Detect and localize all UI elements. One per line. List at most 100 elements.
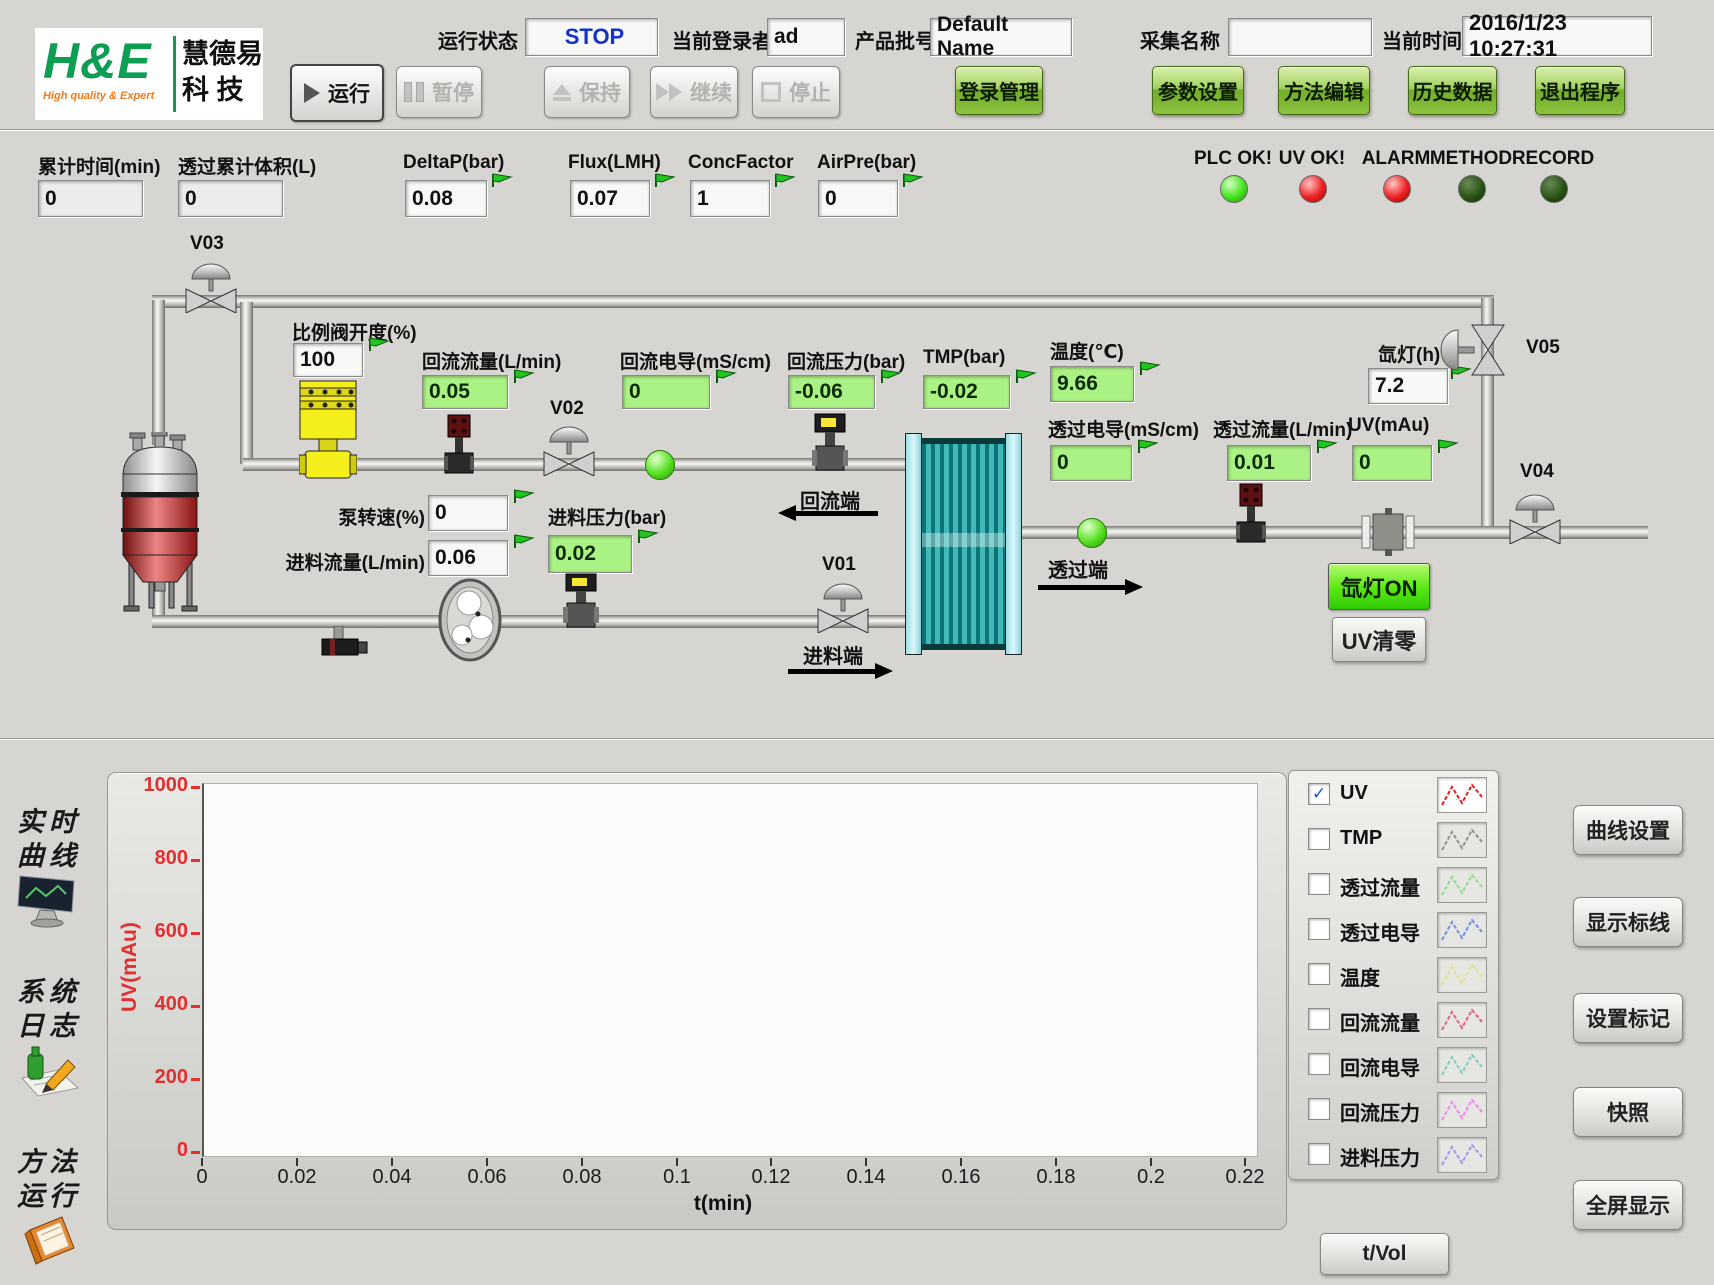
- uv-value: 0: [1352, 445, 1432, 481]
- valve-v05: [1428, 324, 1508, 376]
- current-user-field[interactable]: ad: [767, 18, 845, 56]
- legend-checkbox-tmp[interactable]: [1308, 828, 1330, 850]
- login-manage-button[interactable]: 登录管理: [955, 66, 1043, 115]
- stop-icon: [761, 82, 781, 102]
- uv-ok-led: [1299, 175, 1327, 203]
- stop-button[interactable]: 停止: [752, 66, 840, 118]
- return-flow-flag-icon: [513, 368, 535, 384]
- sidebar-item-method-run[interactable]: 方法运行: [8, 1146, 90, 1214]
- resume-icon: [656, 83, 682, 101]
- legend-checkbox-ret-flow[interactable]: [1308, 1008, 1330, 1030]
- history-data-button[interactable]: 历史数据: [1408, 66, 1497, 115]
- legend-checkbox-perm-flow[interactable]: [1308, 873, 1330, 895]
- run-button[interactable]: 运行: [290, 64, 384, 122]
- legend-label-ret-flow: 回流流量: [1340, 1007, 1420, 1036]
- snapshot-button[interactable]: 快照: [1573, 1087, 1683, 1137]
- param-settings-button[interactable]: 参数设置: [1152, 66, 1244, 115]
- system-log-icon[interactable]: [16, 1042, 82, 1100]
- sidebar-item-realtime-curve[interactable]: 实时曲线: [8, 806, 90, 874]
- hmi-main-screen: H&E High quality & Expert 慧德易 科 技 运行状态 S…: [0, 0, 1714, 1285]
- permeate-flowmeter-sensor: [1236, 483, 1266, 545]
- x-tick: 0.14: [831, 1166, 901, 1189]
- legend-checkbox-feed-pres[interactable]: [1308, 1143, 1330, 1165]
- x-tick: 0.1: [642, 1166, 712, 1189]
- company-logo: H&E High quality & Expert 慧德易 科 技: [35, 28, 263, 120]
- y-tick: 200: [116, 1066, 188, 1089]
- chart-plot-area[interactable]: [202, 783, 1258, 1157]
- feed-flow-field[interactable]: 0.06: [428, 540, 508, 576]
- curve-settings-button[interactable]: 曲线设置: [1573, 805, 1683, 855]
- method-edit-button[interactable]: 方法编辑: [1278, 66, 1370, 115]
- exit-program-button[interactable]: 退出程序: [1535, 66, 1625, 115]
- hold-button-label: 保持: [579, 77, 621, 107]
- permeate-line-indicator-ball: [1077, 518, 1107, 548]
- record-label: RECORD: [1503, 148, 1603, 170]
- legend-label-perm-flow: 透过流量: [1340, 872, 1420, 901]
- legend-checkbox-uv[interactable]: ✓: [1308, 783, 1330, 805]
- sidebar-item-system-log[interactable]: 系统日志: [8, 976, 90, 1044]
- legend-linestyle-feed-pres: [1437, 1137, 1487, 1173]
- x-tick: 0.06: [452, 1166, 522, 1189]
- legend-checkbox-perm-cond[interactable]: [1308, 918, 1330, 940]
- logo-cn-name: 慧德易: [182, 36, 263, 72]
- return-cond-label: 回流电导(mS/cm): [620, 347, 771, 374]
- show-cursor-button[interactable]: 显示标线: [1573, 897, 1683, 947]
- legend-linestyle-tmp: [1437, 822, 1487, 858]
- valve-v05-label: V05: [1526, 337, 1560, 359]
- legend-label-temp: 温度: [1340, 962, 1380, 991]
- run-status-label: 运行状态: [438, 25, 518, 54]
- x-tick: 0.02: [262, 1166, 332, 1189]
- valve-v04: [1508, 488, 1562, 544]
- feed-line-sensor: [320, 626, 368, 658]
- logo-divider: [173, 36, 176, 112]
- filter-module: [905, 433, 1022, 655]
- pump-speed-field[interactable]: 0: [428, 495, 508, 531]
- uv-flag-icon: [1437, 438, 1459, 454]
- concfactor-value: 1: [690, 180, 770, 217]
- legend-checkbox-ret-pres[interactable]: [1308, 1098, 1330, 1120]
- pause-button-label: 暂停: [432, 77, 474, 107]
- flux-value: 0.07: [570, 180, 650, 217]
- legend-linestyle-temp: [1437, 957, 1487, 993]
- batch-label: 产品批号: [855, 25, 935, 54]
- set-marker-button[interactable]: 设置标记: [1573, 993, 1683, 1043]
- t-vol-toggle-button[interactable]: t/Vol: [1320, 1233, 1449, 1275]
- total-time-label: 累计时间(min): [38, 152, 160, 179]
- batch-field[interactable]: Default Name: [930, 18, 1072, 56]
- prop-valve-open-field[interactable]: 100: [293, 343, 363, 377]
- x-tick: 0: [167, 1166, 237, 1189]
- realtime-curve-icon[interactable]: [14, 872, 80, 928]
- return-flow-value: 0.05: [422, 375, 508, 409]
- temperature-label: 温度(℃): [1050, 337, 1124, 364]
- current-user-label: 当前登录者: [672, 25, 772, 54]
- hold-button[interactable]: 保持: [544, 66, 630, 118]
- permeate-total-volume-label: 透过累计体积(L): [178, 152, 316, 179]
- return-flow-arrow: [778, 505, 878, 521]
- concfactor-flag-icon: [774, 172, 796, 188]
- run-status-value: STOP: [525, 18, 658, 56]
- method-run-text1: 方法: [17, 1147, 81, 1178]
- return-flow-label: 回流流量(L/min): [422, 347, 561, 374]
- acquisition-name-label: 采集名称: [1140, 25, 1220, 54]
- left-vertical-pipe: [152, 300, 165, 445]
- perm-flow-value: 0.01: [1227, 445, 1311, 481]
- pause-button[interactable]: 暂停: [396, 66, 482, 118]
- uv-zero-button[interactable]: UV清零: [1332, 617, 1426, 662]
- current-time-value: 2016/1/23 10:27:31: [1462, 16, 1652, 56]
- legend-checkbox-temp[interactable]: [1308, 963, 1330, 985]
- system-log-text1: 系统: [17, 977, 81, 1008]
- play-icon: [304, 83, 320, 103]
- resume-button[interactable]: 继续: [650, 66, 738, 118]
- method-run-icon[interactable]: [22, 1208, 78, 1268]
- return-pres-flag-icon: [880, 368, 902, 384]
- xenon-lamp-toggle-button[interactable]: 氙灯ON: [1328, 563, 1430, 610]
- x-tick: 0.08: [547, 1166, 617, 1189]
- legend-checkbox-ret-cond[interactable]: [1308, 1053, 1330, 1075]
- realtime-curve-text1: 实时: [17, 807, 81, 838]
- acquisition-name-field[interactable]: [1228, 18, 1372, 56]
- fullscreen-button[interactable]: 全屏显示: [1573, 1180, 1683, 1230]
- valve-v02: [542, 420, 596, 476]
- legend-linestyle-perm-flow: [1437, 867, 1487, 903]
- feed-pres-label: 进料压力(bar): [548, 503, 666, 530]
- header-divider: [0, 129, 1714, 131]
